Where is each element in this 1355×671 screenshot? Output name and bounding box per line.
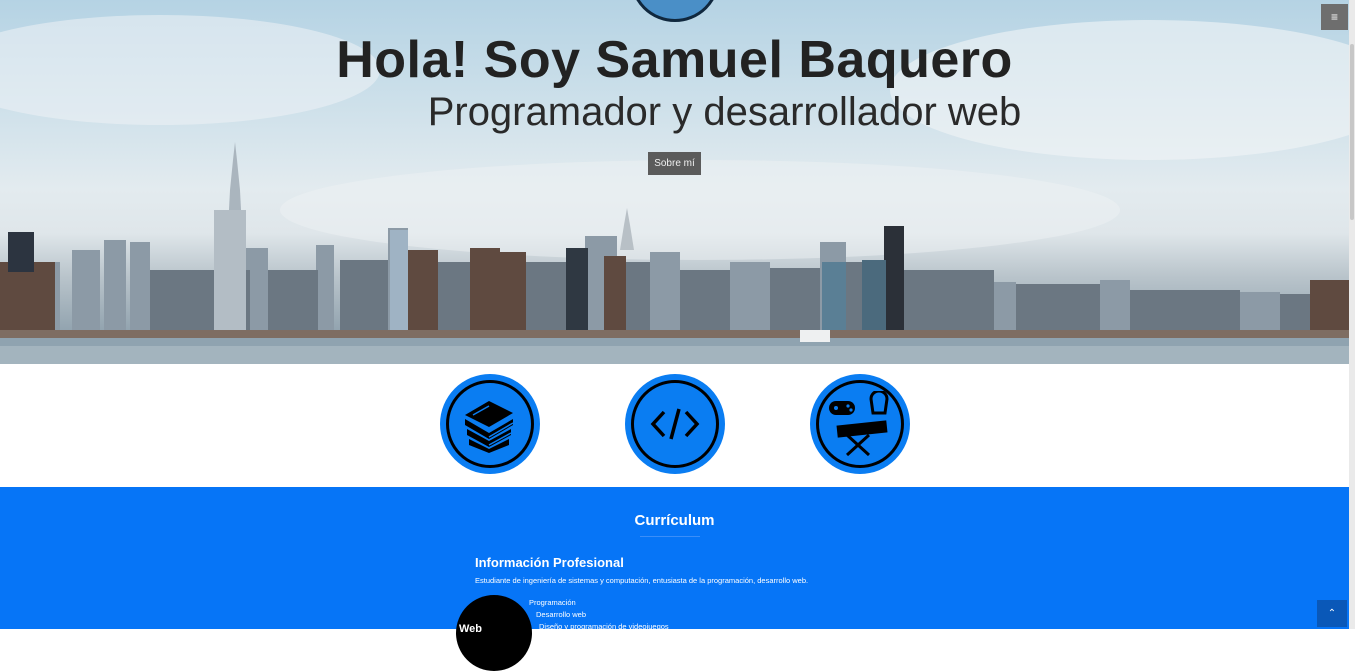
hero-subtitle: Programador y desarrollador web [427,90,1022,134]
feature-books[interactable] [440,374,540,474]
scrollbar-thumb[interactable] [1350,44,1354,220]
feature-gaming-music[interactable] [810,374,910,474]
list-item: Desarrollo web [536,610,587,619]
hero-section: Hola! Soy Samuel Baquero Programador y d… [0,0,1349,364]
skill-circle: Web [456,595,532,671]
skills-list: Programación Desarrollo web Diseño y pro… [529,597,669,633]
menu-button[interactable]: ≡ [1321,4,1348,30]
skill-circle-label: Web [459,623,483,635]
professional-info-heading: Información Profesional [475,555,624,570]
books-icon [446,380,534,468]
list-item: Programación [529,598,576,607]
list-item: Diseño y programación de videojuegos [539,622,669,631]
hamburger-icon: ≡ [1330,10,1338,24]
scroll-top-button[interactable]: ⌃ [1317,600,1347,627]
hero-title: Hola! Soy Samuel Baquero [336,31,1013,89]
title-divider [640,536,700,537]
curriculum-title: Currículum [634,512,715,529]
about-me-button[interactable]: Sobre mí [648,152,701,175]
features-row [0,364,1349,487]
chevron-up-icon: ⌃ [1327,608,1337,619]
code-icon [631,380,719,468]
professional-info-description: Estudiante de ingeniería de sistemas y c… [475,576,809,585]
page-scrollbar[interactable] [1349,0,1355,629]
feature-code[interactable] [625,374,725,474]
curriculum-section: Currículum Información Profesional Estud… [0,487,1349,671]
gaming-music-icon [816,380,904,468]
